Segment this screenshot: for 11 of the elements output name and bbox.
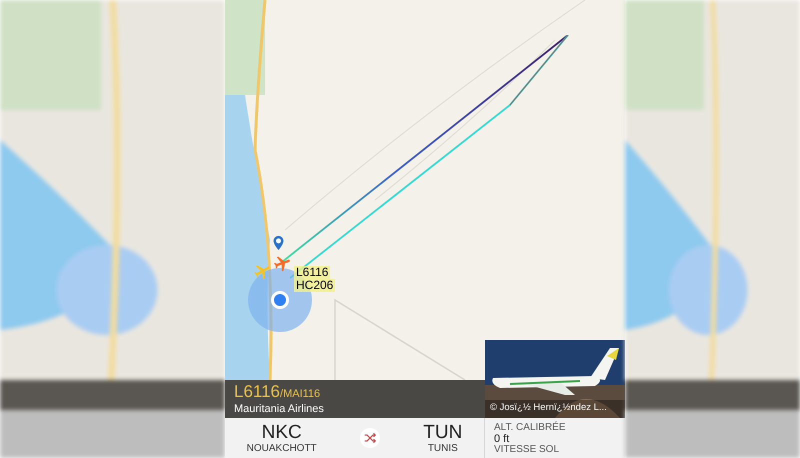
- stat-label: ALT. CALIBRÉE: [494, 423, 567, 433]
- origin-name: NOUAKCHOTT: [246, 442, 317, 454]
- flight-number: L6116/MAI116: [234, 382, 322, 402]
- photo-credit: © Josï¿½ Hernï¿½ndez L...: [490, 400, 607, 415]
- shuffle-icon[interactable]: [360, 428, 380, 448]
- destination-code: TUN: [423, 422, 462, 442]
- destination-name: TUNIS: [428, 442, 458, 454]
- origin-code: NKC: [262, 422, 302, 442]
- stat-value: 0 ft: [494, 433, 510, 445]
- stat-label: VITESSE SOL: [494, 445, 560, 455]
- airline-name: Mauritania Airlines: [234, 402, 325, 416]
